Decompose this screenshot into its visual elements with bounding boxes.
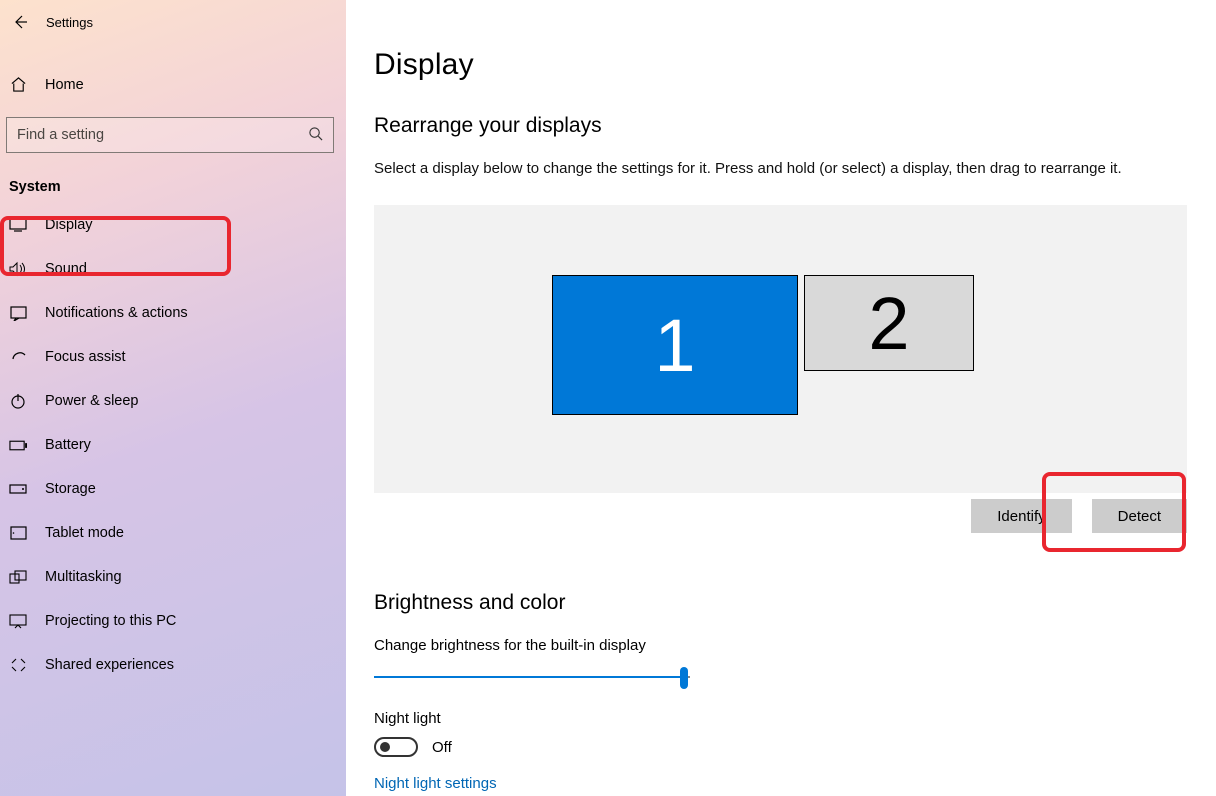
sidebar-item-label: Sound: [45, 261, 87, 277]
search-box[interactable]: [6, 117, 334, 153]
detect-button[interactable]: Detect: [1092, 499, 1187, 533]
notifications-icon: [9, 306, 27, 321]
main-content: Display Rearrange your displays Select a…: [346, 0, 1216, 796]
sidebar-item-notifications[interactable]: Notifications & actions: [0, 291, 346, 335]
shared-icon: [9, 657, 27, 673]
sidebar-item-tablet-mode[interactable]: Tablet mode: [0, 511, 346, 555]
search-input[interactable]: [17, 127, 277, 143]
multitasking-icon: [9, 570, 27, 584]
settings-sidebar: Settings Home System Display Sound Notif…: [0, 0, 346, 796]
sidebar-item-shared-experiences[interactable]: Shared experiences: [0, 643, 346, 687]
battery-icon: [9, 440, 27, 451]
sidebar-item-power-sleep[interactable]: Power & sleep: [0, 379, 346, 423]
nav-section-header: System: [0, 153, 346, 203]
sidebar-item-storage[interactable]: Storage: [0, 467, 346, 511]
display-arrange-area: 1 2 Identify Detect: [374, 205, 1187, 493]
storage-icon: [9, 484, 27, 494]
home-icon: [9, 76, 27, 93]
back-arrow-icon[interactable]: [12, 14, 28, 30]
titlebar-title: Settings: [46, 15, 93, 30]
search-icon: [308, 126, 323, 144]
titlebar: Settings: [0, 8, 346, 40]
nav-home[interactable]: Home: [0, 62, 346, 107]
identify-button[interactable]: Identify: [971, 499, 1071, 533]
sidebar-item-display[interactable]: Display: [0, 203, 346, 247]
power-icon: [9, 393, 27, 409]
sidebar-item-battery[interactable]: Battery: [0, 423, 346, 467]
sidebar-item-multitasking[interactable]: Multitasking: [0, 555, 346, 599]
night-light-toggle-state: Off: [432, 739, 452, 756]
sidebar-item-focus-assist[interactable]: Focus assist: [0, 335, 346, 379]
night-light-settings-link[interactable]: Night light settings: [374, 775, 1188, 792]
slider-thumb[interactable]: [680, 667, 688, 689]
sound-icon: [9, 261, 27, 277]
sidebar-item-sound[interactable]: Sound: [0, 247, 346, 291]
focus-assist-icon: [9, 349, 27, 366]
sidebar-item-label: Focus assist: [45, 349, 126, 365]
rearrange-heading: Rearrange your displays: [374, 114, 1188, 138]
sidebar-item-label: Shared experiences: [45, 657, 174, 673]
nav-home-label: Home: [45, 77, 84, 93]
brightness-heading: Brightness and color: [374, 591, 1188, 615]
sidebar-item-label: Notifications & actions: [45, 305, 188, 321]
sidebar-item-label: Battery: [45, 437, 91, 453]
slider-fill: [374, 676, 684, 678]
display-monitor-1[interactable]: 1: [552, 275, 798, 415]
sidebar-item-label: Projecting to this PC: [45, 613, 176, 629]
toggle-knob: [380, 742, 390, 752]
sidebar-item-label: Tablet mode: [45, 525, 124, 541]
night-light-toggle[interactable]: [374, 737, 418, 757]
tablet-icon: [9, 526, 27, 540]
sidebar-item-label: Display: [45, 217, 93, 233]
sidebar-item-label: Power & sleep: [45, 393, 139, 409]
sidebar-item-label: Multitasking: [45, 569, 122, 585]
brightness-label: Change brightness for the built-in displ…: [374, 637, 1188, 654]
night-light-label: Night light: [374, 710, 1188, 727]
page-title: Display: [374, 48, 1188, 82]
sidebar-item-label: Storage: [45, 481, 96, 497]
projecting-icon: [9, 614, 27, 629]
rearrange-helper: Select a display below to change the set…: [374, 160, 1188, 177]
brightness-slider[interactable]: [374, 666, 690, 690]
display-monitor-2[interactable]: 2: [804, 275, 974, 371]
display-icon: [9, 218, 27, 232]
sidebar-item-projecting[interactable]: Projecting to this PC: [0, 599, 346, 643]
